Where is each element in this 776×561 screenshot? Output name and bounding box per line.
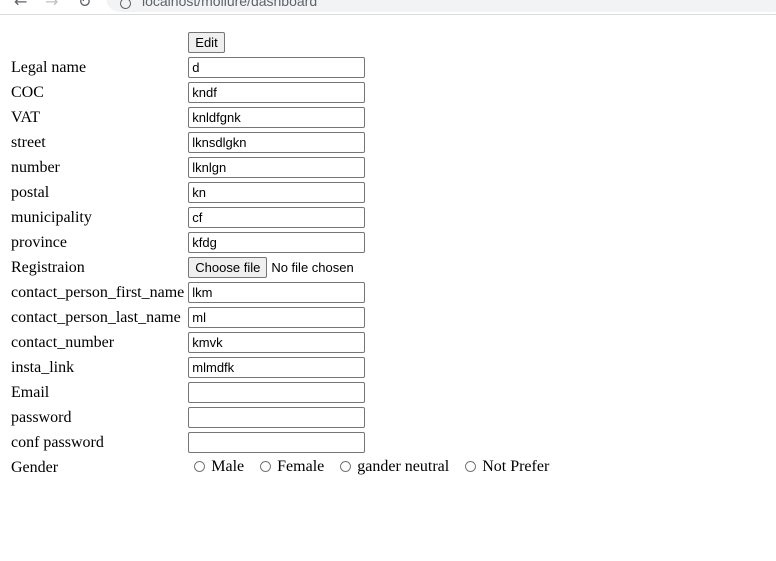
- email-input[interactable]: [188, 382, 366, 403]
- province-input[interactable]: [188, 232, 366, 253]
- field-label: password: [11, 408, 72, 426]
- form-row-municipality: municipality: [10, 206, 560, 229]
- field-label: COC: [11, 83, 44, 101]
- field-label: Registraion: [11, 258, 85, 276]
- edit-row: Edit: [10, 31, 560, 54]
- form-row-vat: VAT: [10, 106, 560, 129]
- form-row-contact-first-name: contact_person_first_name: [10, 281, 560, 304]
- browser-toolbar: ← → ↻ localhost/mollure/dashboard: [0, 0, 776, 15]
- form-row-number: number: [10, 156, 560, 179]
- field-label: contact_person_last_name: [11, 308, 181, 326]
- gender-radio-not-prefer[interactable]: [465, 461, 477, 473]
- password-input[interactable]: [188, 407, 366, 428]
- field-label: Legal name: [11, 58, 87, 76]
- gender-radio-group: Male Female gander neutral Not Prefer: [188, 458, 559, 476]
- contact-number-input[interactable]: [188, 332, 366, 353]
- coc-input[interactable]: [188, 82, 366, 103]
- street-input[interactable]: [188, 132, 366, 153]
- form-row-email: Email: [10, 381, 560, 404]
- postal-input[interactable]: [188, 182, 366, 203]
- form-row-contact-number: contact_number: [10, 331, 560, 354]
- field-label: street: [11, 133, 46, 151]
- field-label: contact_number: [11, 333, 115, 351]
- legal-name-input[interactable]: [188, 57, 366, 78]
- forward-arrow-icon[interactable]: →: [45, 0, 58, 10]
- info-icon[interactable]: [120, 0, 131, 9]
- radio-label: Female: [277, 457, 325, 475]
- gender-radio-neutral[interactable]: [340, 461, 352, 473]
- field-label: conf password: [11, 433, 104, 451]
- radio-label: gander neutral: [357, 457, 450, 475]
- contact-last-name-input[interactable]: [188, 307, 366, 328]
- field-label: province: [11, 233, 67, 251]
- address-bar[interactable]: localhost/mollure/dashboard: [106, 0, 776, 12]
- choose-file-button[interactable]: Choose file: [188, 257, 268, 278]
- form-row-password: password: [10, 406, 560, 429]
- form-row-legal-name: Legal name: [10, 56, 560, 79]
- municipality-input[interactable]: [188, 207, 366, 228]
- url-text: localhost/mollure/dashboard: [142, 0, 318, 9]
- insta-link-input[interactable]: [188, 357, 366, 378]
- field-label: insta_link: [11, 358, 75, 376]
- registration-file-input: Choose file No file chosen: [188, 257, 354, 278]
- field-label: Email: [11, 383, 50, 401]
- form-row-insta-link: insta_link: [10, 356, 560, 379]
- field-label: number: [11, 158, 60, 176]
- confirm-password-input[interactable]: [188, 432, 366, 453]
- vat-input[interactable]: [188, 107, 366, 128]
- gender-radio-female[interactable]: [260, 461, 272, 473]
- field-label: contact_person_first_name: [11, 283, 185, 301]
- form-row-registration: Registraion Choose file No file chosen: [10, 256, 560, 279]
- business-profile-form: Edit Legal name COC VAT street number po…: [8, 29, 562, 481]
- form-row-contact-last-name: contact_person_last_name: [10, 306, 560, 329]
- radio-label: Not Prefer: [482, 457, 550, 475]
- field-label: Gender: [11, 458, 59, 476]
- gender-radio-male[interactable]: [194, 461, 206, 473]
- form-row-gender: Gender Male Female gander neutral Not Pr…: [10, 456, 560, 479]
- contact-first-name-input[interactable]: [188, 282, 366, 303]
- field-label: municipality: [11, 208, 92, 226]
- field-label: VAT: [11, 108, 41, 126]
- form-row-province: province: [10, 231, 560, 254]
- form-row-confirm-password: conf password: [10, 431, 560, 454]
- radio-label: Male: [211, 457, 245, 475]
- form-row-coc: COC: [10, 81, 560, 104]
- reload-icon[interactable]: ↻: [78, 0, 91, 10]
- field-label: postal: [11, 183, 50, 201]
- back-arrow-icon[interactable]: ←: [14, 0, 27, 10]
- edit-button[interactable]: Edit: [188, 32, 225, 53]
- file-status-text: No file chosen: [271, 260, 354, 275]
- form-row-street: street: [10, 131, 560, 154]
- number-input[interactable]: [188, 157, 366, 178]
- form-row-postal: postal: [10, 181, 560, 204]
